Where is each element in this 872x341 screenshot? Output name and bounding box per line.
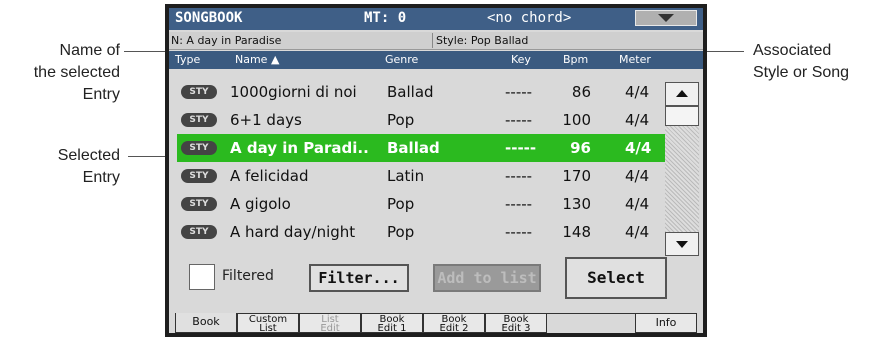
col-meter[interactable]: Meter: [619, 53, 651, 66]
list-item[interactable]: STY 1000giorni di noi Ballad ----- 86 4/…: [177, 78, 665, 106]
callout-associated: Associated Style or Song: [753, 42, 850, 81]
tab-custom-list[interactable]: Custom List: [237, 313, 299, 333]
bpm-cell: 170: [562, 167, 591, 185]
scroll-track[interactable]: [665, 126, 699, 232]
genre-cell: Ballad: [387, 139, 440, 157]
filter-button[interactable]: Filter...: [309, 264, 409, 292]
selected-entry-info: N: A day in Paradise Style: Pop Ballad: [169, 32, 703, 50]
mt-indicator: MT: 0: [364, 10, 407, 26]
key-cell: -----: [505, 139, 537, 157]
entry-name-cell: 1000giorni di noi: [230, 83, 357, 101]
page-menu-button[interactable]: [635, 10, 697, 26]
filtered-checkbox[interactable]: [189, 264, 215, 290]
scroll-down-button[interactable]: [665, 232, 699, 256]
style-type-badge: STY: [181, 169, 217, 183]
scroll-up-button[interactable]: [665, 82, 699, 106]
tab-book[interactable]: Book: [175, 313, 237, 333]
list-scrollbar[interactable]: [665, 82, 699, 256]
tab-bar: Book Custom List List Edit Book Edit 1 B…: [169, 313, 703, 333]
entry-name-cell: A felicidad: [230, 167, 309, 185]
style-type-badge: STY: [181, 85, 217, 99]
entry-name-cell: 6+1 days: [230, 111, 302, 129]
genre-cell: Ballad: [387, 83, 434, 101]
col-type[interactable]: Type: [175, 53, 200, 66]
entry-name-cell: A gigolo: [230, 195, 291, 213]
meter-cell: 4/4: [625, 167, 650, 185]
tab-list-edit[interactable]: List Edit: [299, 313, 361, 333]
col-bpm[interactable]: Bpm: [563, 53, 588, 66]
bpm-cell: 96: [570, 139, 591, 157]
entry-style: Style: Pop Ballad: [436, 34, 529, 47]
key-cell: -----: [505, 167, 533, 185]
meter-cell: 4/4: [625, 223, 650, 241]
bpm-cell: 100: [562, 111, 591, 129]
meter-cell: 4/4: [625, 83, 650, 101]
list-item[interactable]: STY A hard day/night Pop ----- 148 4/4: [177, 218, 665, 246]
meter-cell: 4/4: [625, 111, 650, 129]
tab-book-edit-1[interactable]: Book Edit 1: [361, 313, 423, 333]
key-cell: -----: [505, 111, 533, 129]
scroll-thumb[interactable]: [665, 106, 699, 126]
tab-book-edit-2[interactable]: Book Edit 2: [423, 313, 485, 333]
songbook-panel: SONGBOOK MT: 0 <no chord> N: A day in Pa…: [169, 8, 703, 333]
list-item[interactable]: STY A gigolo Pop ----- 130 4/4: [177, 190, 665, 218]
callout-name-of-selected: Name of the selected Entry: [33, 42, 120, 103]
style-type-badge: STY: [181, 113, 217, 127]
arrow-up-icon: [676, 90, 688, 97]
col-genre[interactable]: Genre: [385, 53, 418, 66]
triangle-down-icon: [658, 14, 674, 22]
bpm-cell: 148: [562, 223, 591, 241]
bpm-cell: 86: [571, 83, 591, 101]
list-item[interactable]: STY A felicidad Latin ----- 170 4/4: [177, 162, 665, 190]
meter-cell: 4/4: [625, 195, 650, 213]
genre-cell: Latin: [387, 167, 425, 185]
style-type-badge: STY: [181, 225, 217, 239]
entry-list: STY 1000giorni di noi Ballad ----- 86 4/…: [177, 72, 665, 282]
tab-info[interactable]: Info: [635, 313, 697, 333]
genre-cell: Pop: [387, 195, 415, 213]
genre-cell: Pop: [387, 223, 415, 241]
col-key[interactable]: Key: [511, 53, 531, 66]
key-cell: -----: [505, 83, 533, 101]
title-bar: SONGBOOK MT: 0 <no chord>: [169, 8, 703, 30]
genre-cell: Pop: [387, 111, 415, 129]
tab-book-edit-3[interactable]: Book Edit 3: [485, 313, 547, 333]
chord-indicator: <no chord>: [487, 10, 572, 26]
tab-empty: [547, 313, 635, 333]
entry-name-cell: A day in Paradi..: [230, 139, 369, 157]
filtered-label: Filtered: [222, 268, 274, 284]
entry-name: N: A day in Paradise: [171, 33, 433, 48]
meter-cell: 4/4: [625, 139, 652, 157]
arrow-down-icon: [676, 241, 688, 248]
select-button[interactable]: Select: [565, 257, 667, 299]
bpm-cell: 130: [562, 195, 591, 213]
songbook-screen: SONGBOOK MT: 0 <no chord> N: A day in Pa…: [165, 4, 707, 337]
style-type-badge: STY: [181, 141, 217, 155]
key-cell: -----: [505, 223, 533, 241]
entry-name-cell: A hard day/night: [230, 223, 356, 241]
page-title: SONGBOOK: [175, 10, 243, 26]
list-item[interactable]: STY 6+1 days Pop ----- 100 4/4: [177, 106, 665, 134]
add-to-list-button[interactable]: Add to list: [433, 264, 541, 292]
style-type-badge: STY: [181, 197, 217, 211]
column-header: Type Name ▲ Genre Key Bpm Meter: [169, 51, 703, 69]
key-cell: -----: [505, 195, 533, 213]
col-name[interactable]: Name ▲: [235, 53, 279, 66]
list-item-selected[interactable]: STY A day in Paradi.. Ballad ----- 96 4/…: [177, 134, 665, 162]
callout-selected-entry: Selected Entry: [57, 147, 120, 186]
